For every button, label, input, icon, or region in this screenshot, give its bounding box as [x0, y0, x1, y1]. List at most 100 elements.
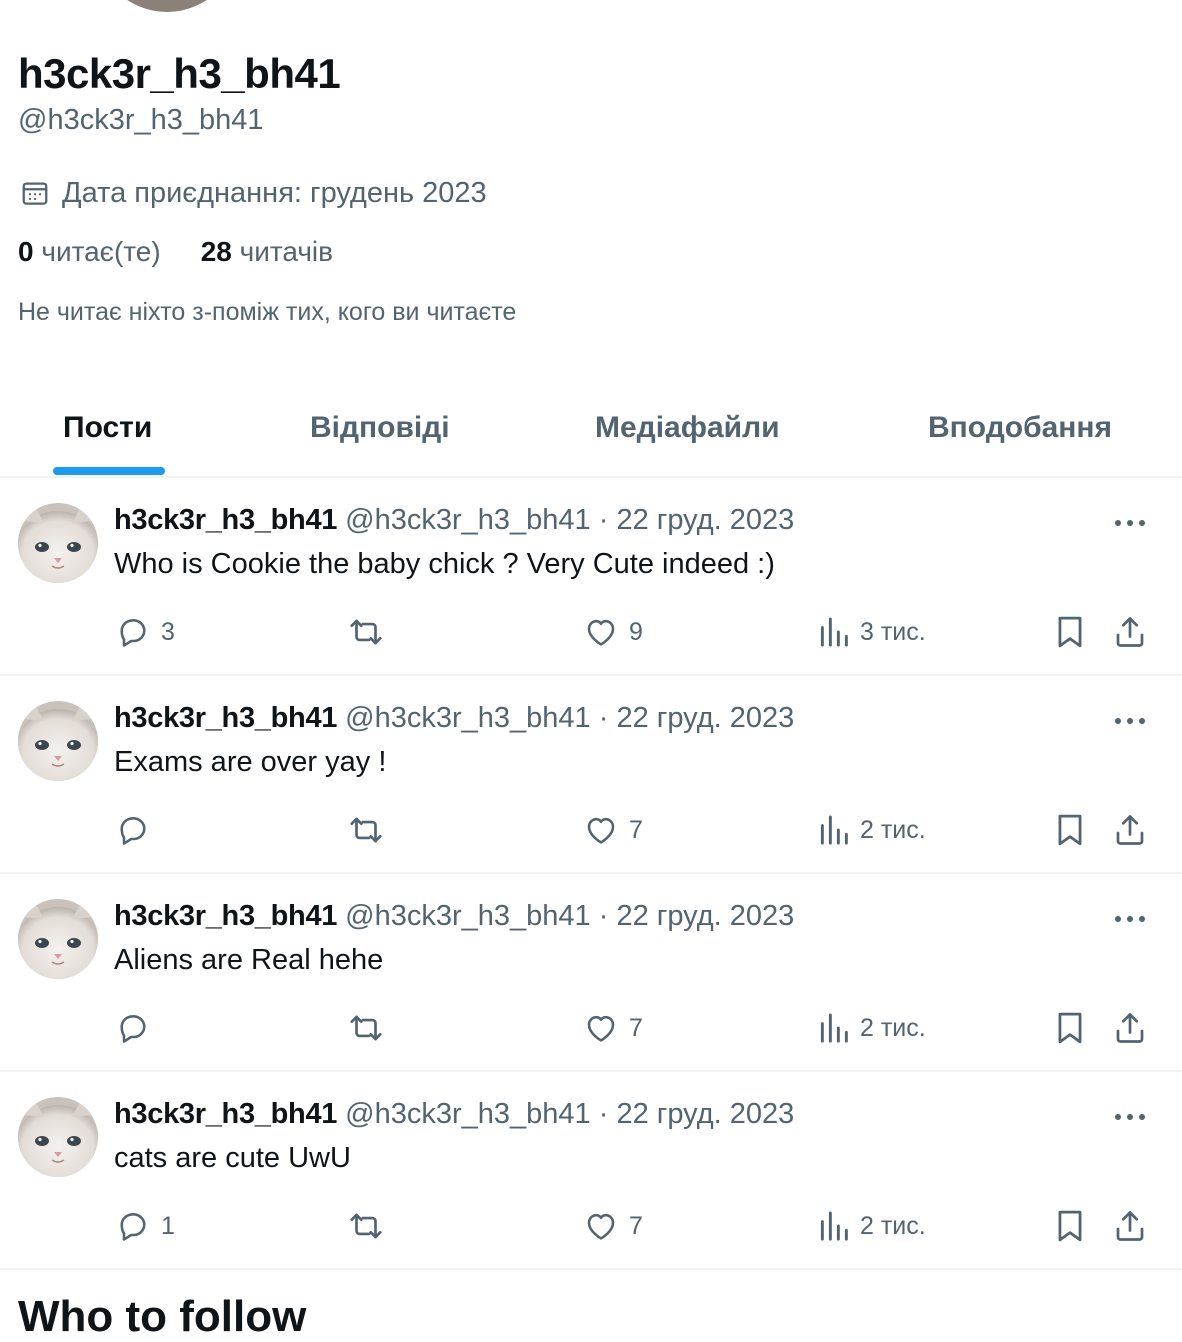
profile-display-name: h3ck3r_h3_bh41	[18, 50, 341, 97]
post-author-name[interactable]: h3ck3r_h3_bh41	[114, 702, 337, 734]
repost-icon	[350, 817, 382, 843]
following-label: читає(те)	[33, 236, 161, 267]
repost-icon	[350, 1213, 382, 1239]
post-author-handle[interactable]: @h3ck3r_h3_bh41	[345, 504, 591, 536]
tab-likes[interactable]: Вподобання	[928, 380, 1112, 476]
repost-button[interactable]	[347, 612, 395, 652]
post-avatar[interactable]	[18, 899, 98, 979]
post-text: Exams are over yay !	[114, 746, 387, 778]
post[interactable]: h3ck3r_h3_bh41 @h3ck3r_h3_bh41 · 22 груд…	[0, 1072, 1182, 1270]
like-button[interactable]: 7	[583, 810, 643, 850]
post-date[interactable]: 22 груд. 2023	[616, 1098, 794, 1130]
like-icon	[587, 1213, 615, 1240]
post-separator: ·	[590, 1098, 617, 1130]
profile-tabs: Пости Відповіді Медіафайли Вподобання	[0, 380, 1182, 478]
join-date-text: Дата приєднання: грудень 2023	[62, 176, 487, 209]
reply-icon	[120, 1213, 146, 1241]
post-header: h3ck3r_h3_bh41 @h3ck3r_h3_bh41 · 22 груд…	[114, 900, 794, 933]
repost-icon	[350, 619, 382, 645]
repost-button[interactable]	[347, 1206, 395, 1246]
post[interactable]: h3ck3r_h3_bh41 @h3ck3r_h3_bh41 · 22 груд…	[0, 874, 1182, 1072]
post-separator: ·	[590, 900, 617, 932]
reply-count: 1	[161, 1211, 175, 1240]
post-avatar[interactable]	[18, 1097, 98, 1177]
reply-button[interactable]	[115, 1008, 161, 1048]
tab-replies[interactable]: Відповіді	[310, 380, 450, 476]
post-author-handle[interactable]: @h3ck3r_h3_bh41	[345, 702, 591, 734]
like-count: 7	[629, 1013, 643, 1042]
post-avatar[interactable]	[18, 701, 98, 781]
profile-avatar[interactable]	[88, 0, 246, 16]
view-count: 2 тис.	[860, 1211, 926, 1240]
views-icon	[820, 1211, 848, 1241]
reply-button[interactable]: 1	[115, 1206, 175, 1246]
bookmark-icon	[1058, 616, 1082, 648]
bookmark-button[interactable]	[1053, 810, 1087, 850]
post[interactable]: h3ck3r_h3_bh41 @h3ck3r_h3_bh41 · 22 груд…	[0, 478, 1182, 676]
more-dots-icon[interactable]	[1108, 508, 1152, 538]
post-author-name[interactable]: h3ck3r_h3_bh41	[114, 900, 337, 932]
post-date[interactable]: 22 груд. 2023	[616, 900, 794, 932]
bookmark-button[interactable]	[1053, 1008, 1087, 1048]
post-date[interactable]: 22 груд. 2023	[616, 702, 794, 734]
post-separator: ·	[590, 702, 617, 734]
who-to-follow-title: Who to follow	[18, 1292, 307, 1341]
share-button[interactable]	[1112, 612, 1148, 652]
calendar-icon	[22, 182, 48, 205]
post-header: h3ck3r_h3_bh41 @h3ck3r_h3_bh41 · 22 груд…	[114, 1098, 794, 1131]
views-button[interactable]: 2 тис.	[818, 1008, 926, 1048]
post-author-name[interactable]: h3ck3r_h3_bh41	[114, 504, 337, 536]
reply-button[interactable]	[115, 810, 161, 850]
post-separator: ·	[590, 504, 617, 536]
view-count: 2 тис.	[860, 1013, 926, 1042]
views-icon	[820, 617, 848, 647]
following-count: 0	[18, 236, 34, 267]
post-avatar[interactable]	[18, 503, 98, 583]
post-author-handle[interactable]: @h3ck3r_h3_bh41	[345, 1098, 591, 1130]
like-button[interactable]: 7	[583, 1008, 643, 1048]
reply-button[interactable]: 3	[115, 612, 175, 652]
like-count: 7	[629, 1211, 643, 1240]
active-tab-indicator	[53, 467, 165, 475]
bookmark-button[interactable]	[1053, 1206, 1087, 1246]
reply-icon	[120, 1015, 146, 1043]
views-button[interactable]: 2 тис.	[818, 1206, 926, 1246]
share-icon	[1116, 1013, 1144, 1043]
follow-counts: 0 читає(те) 28 читачів	[18, 236, 373, 268]
views-button[interactable]: 3 тис.	[818, 612, 926, 652]
repost-button[interactable]	[347, 810, 395, 850]
like-button[interactable]: 7	[583, 1206, 643, 1246]
more-dots-icon[interactable]	[1108, 706, 1152, 736]
reply-count: 3	[161, 617, 175, 646]
repost-button[interactable]	[347, 1008, 395, 1048]
post-text: Who is Cookie the baby chick ? Very Cute…	[114, 548, 775, 580]
like-button[interactable]: 9	[583, 612, 643, 652]
post-text: cats are cute UwU	[114, 1142, 351, 1174]
tab-media[interactable]: Медіафайли	[595, 380, 780, 476]
share-button[interactable]	[1112, 1206, 1148, 1246]
view-count: 2 тис.	[860, 815, 926, 844]
like-icon	[587, 1015, 615, 1042]
post-text: Aliens are Real hehe	[114, 944, 384, 976]
views-button[interactable]: 2 тис.	[818, 810, 926, 850]
tab-posts[interactable]: Пости	[63, 380, 152, 476]
followers-link[interactable]: 28 читачів	[201, 236, 333, 268]
reply-icon	[120, 619, 146, 647]
share-button[interactable]	[1112, 810, 1148, 850]
like-count: 9	[629, 617, 643, 646]
bookmark-icon	[1058, 1210, 1082, 1242]
more-dots-icon[interactable]	[1108, 904, 1152, 934]
following-link[interactable]: 0 читає(те)	[18, 236, 161, 268]
post-author-name[interactable]: h3ck3r_h3_bh41	[114, 1098, 337, 1130]
reply-icon	[120, 817, 146, 845]
post-date[interactable]: 22 груд. 2023	[616, 504, 794, 536]
post-author-handle[interactable]: @h3ck3r_h3_bh41	[345, 900, 591, 932]
share-icon	[1116, 815, 1144, 845]
more-dots-icon[interactable]	[1108, 1102, 1152, 1132]
share-button[interactable]	[1112, 1008, 1148, 1048]
bookmark-button[interactable]	[1053, 612, 1087, 652]
post-header: h3ck3r_h3_bh41 @h3ck3r_h3_bh41 · 22 груд…	[114, 702, 794, 735]
post[interactable]: h3ck3r_h3_bh41 @h3ck3r_h3_bh41 · 22 груд…	[0, 676, 1182, 874]
post-header: h3ck3r_h3_bh41 @h3ck3r_h3_bh41 · 22 груд…	[114, 504, 794, 537]
post-list: h3ck3r_h3_bh41 @h3ck3r_h3_bh41 · 22 груд…	[0, 478, 1182, 1270]
